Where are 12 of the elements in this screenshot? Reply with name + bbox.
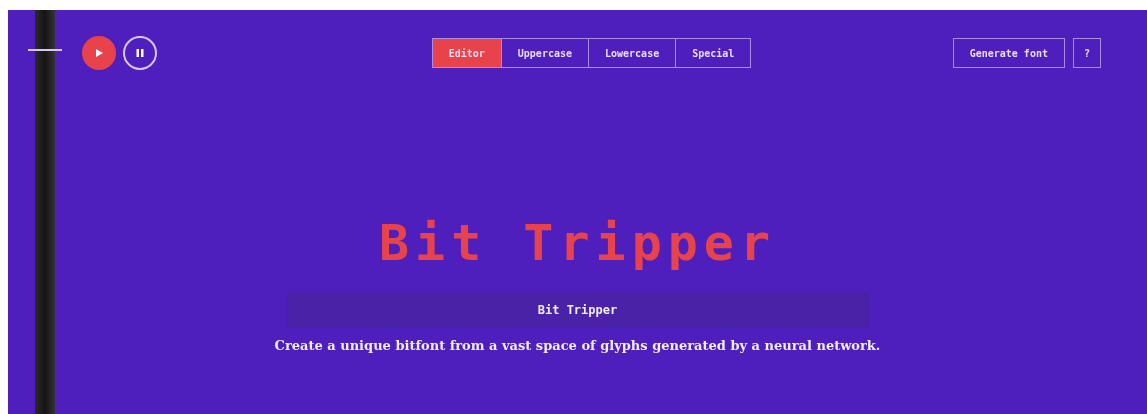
play-icon [94, 48, 104, 58]
tab[interactable]: Lowercase [588, 39, 676, 67]
generate-button[interactable]: Generate font [952, 38, 1065, 68]
font-preview: Bit Tripper [378, 218, 777, 268]
play-button[interactable] [82, 36, 116, 70]
input-field[interactable]: Bit Tripper [286, 292, 869, 328]
tagline: Create a unique bitfont from a vast space of glyphs generated by a neural network. [274, 338, 881, 353]
help-button[interactable]: ? [1072, 38, 1101, 68]
tab[interactable]: Special [675, 39, 751, 67]
tab[interactable]: Uppercase [500, 39, 588, 67]
pause-icon [135, 48, 145, 58]
pause-button[interactable] [123, 36, 157, 70]
